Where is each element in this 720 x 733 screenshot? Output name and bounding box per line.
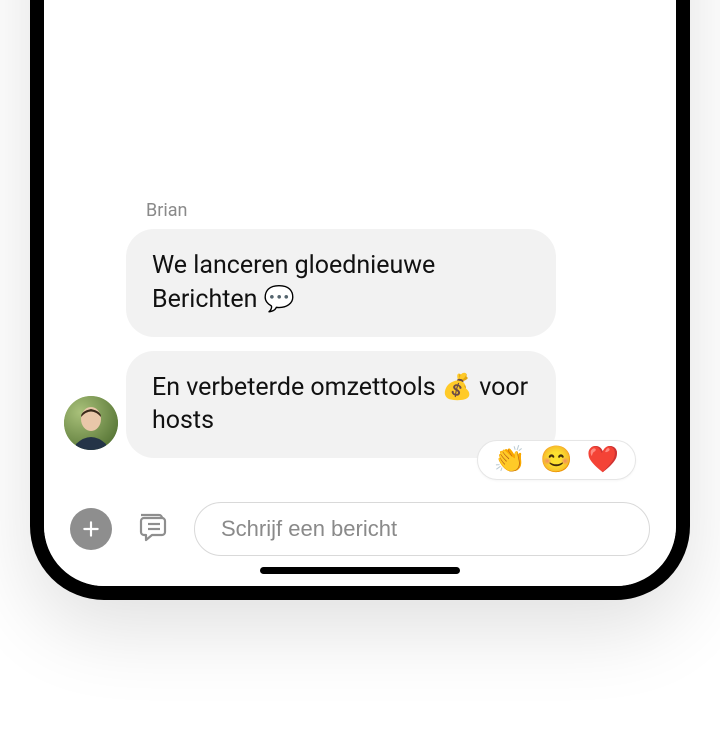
add-button[interactable] xyxy=(70,508,112,550)
message-input[interactable] xyxy=(221,516,623,542)
avatar-face-icon xyxy=(64,396,118,450)
composer-bar xyxy=(44,502,676,556)
saved-replies-button[interactable] xyxy=(132,508,174,550)
reaction-emoji[interactable]: 👏 xyxy=(494,447,526,473)
message-row: En verbeterde omzettools 💰 voor hosts 👏 … xyxy=(64,351,656,459)
message-bubble[interactable]: We lanceren gloednieuwe Berichten 💬 xyxy=(126,229,556,337)
home-indicator[interactable] xyxy=(260,567,460,574)
reaction-emoji[interactable]: 😊 xyxy=(540,447,572,473)
avatar-container xyxy=(64,396,126,458)
sender-name: Brian xyxy=(146,200,656,221)
reaction-bar[interactable]: 👏 😊 ❤️ xyxy=(477,440,636,480)
add-icon xyxy=(81,519,101,539)
saved-replies-icon xyxy=(135,511,171,547)
chat-screen: Brian We lanceren gloednieuwe Berichten … xyxy=(44,0,676,586)
message-row: We lanceren gloednieuwe Berichten 💬 xyxy=(64,229,656,337)
sender-avatar[interactable] xyxy=(64,396,118,450)
message-list: Brian We lanceren gloednieuwe Berichten … xyxy=(44,200,676,458)
phone-frame: Brian We lanceren gloednieuwe Berichten … xyxy=(30,0,690,600)
message-input-container[interactable] xyxy=(194,502,650,556)
reaction-emoji[interactable]: ❤️ xyxy=(587,447,619,473)
